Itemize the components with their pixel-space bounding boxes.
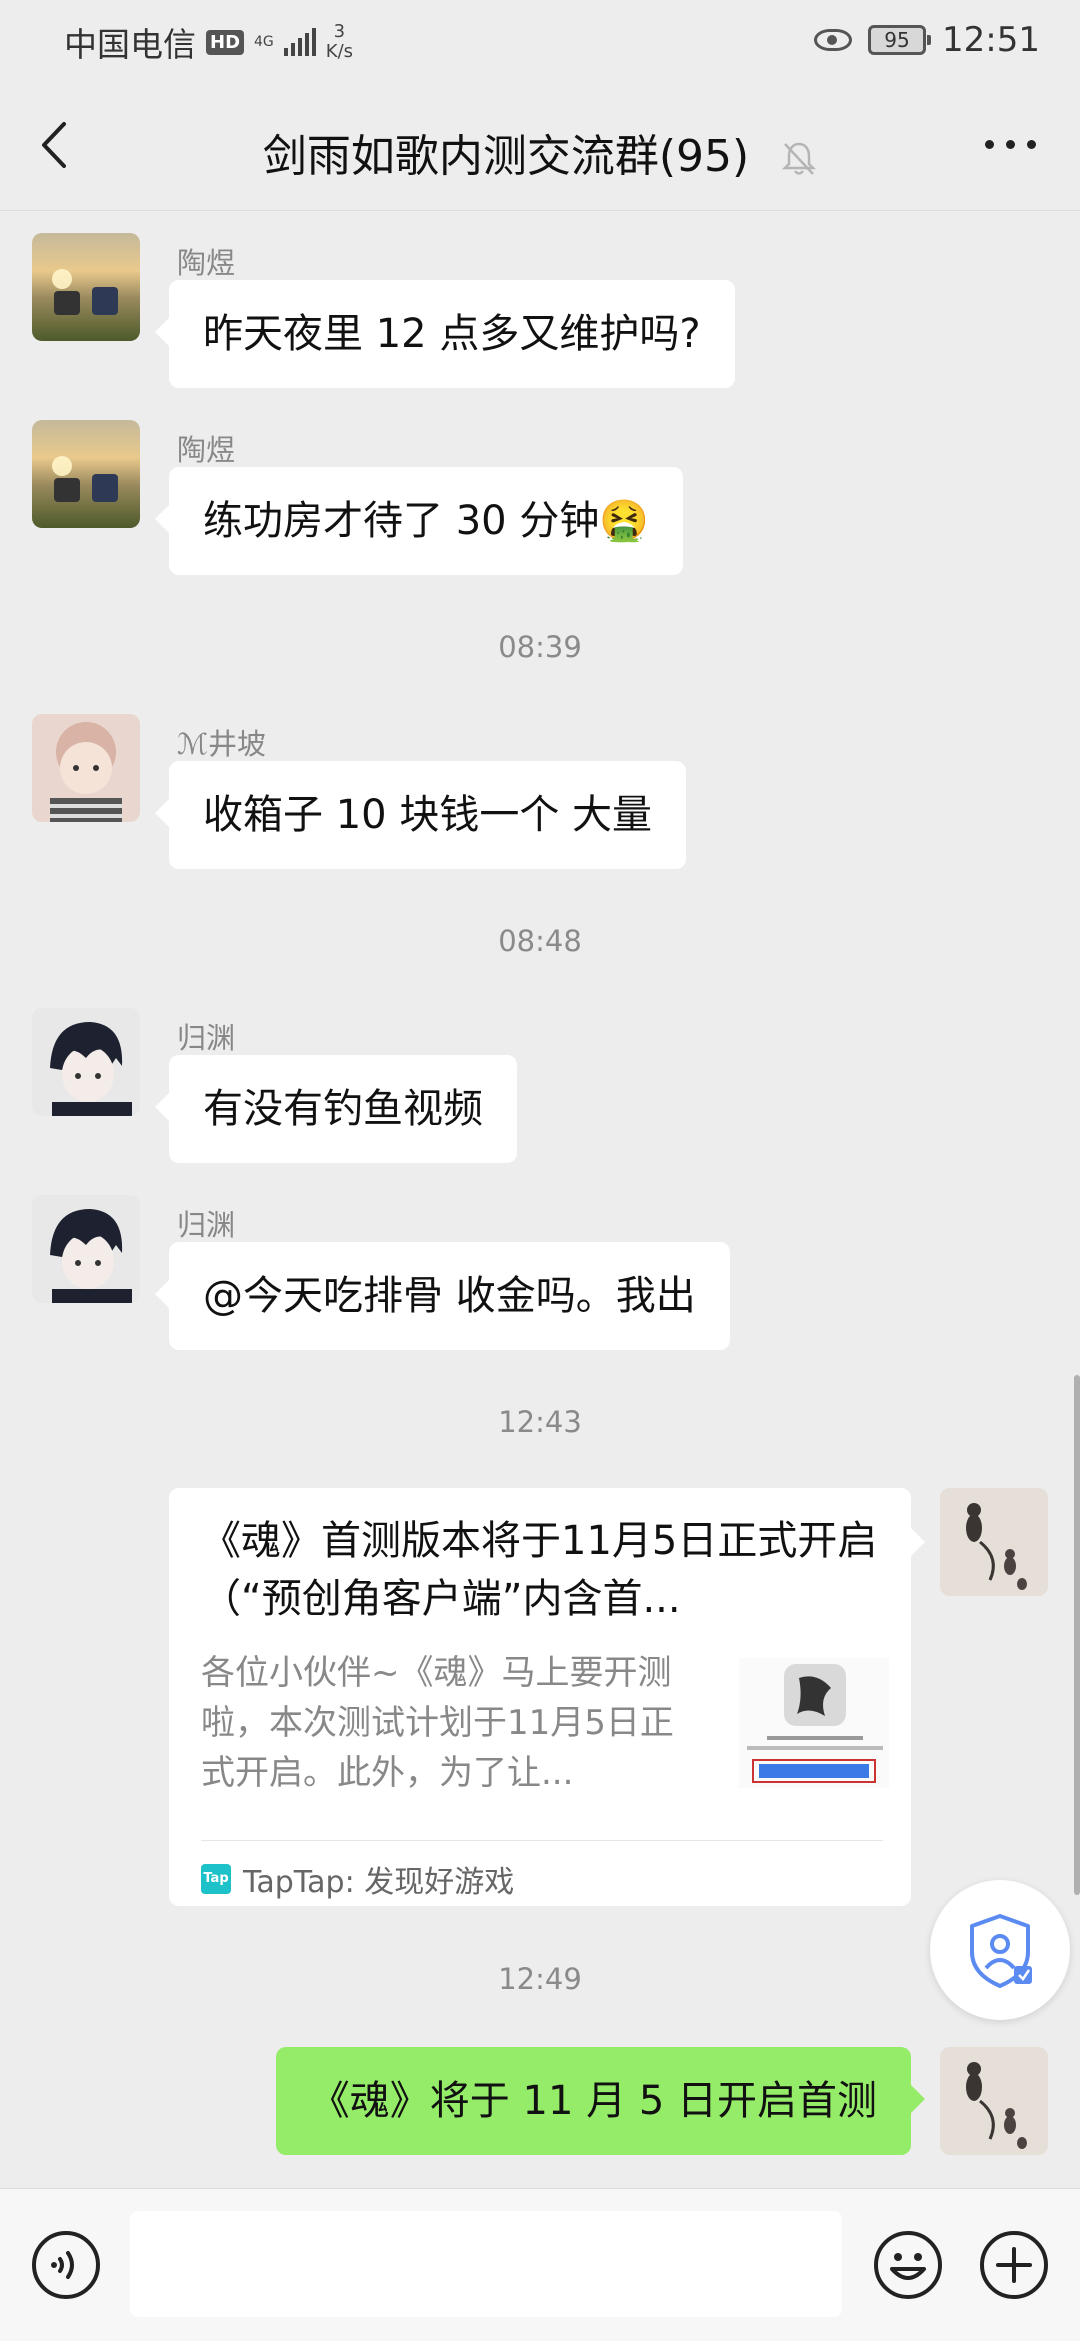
shield-user-icon (970, 1914, 1032, 1988)
avatar-self[interactable] (940, 1488, 1048, 1596)
clock: 12:51 (942, 20, 1040, 60)
status-bar: 中国电信 HD 4G 3 K/s 95 12:51 (0, 0, 1080, 80)
avatar-taoyu[interactable] (32, 233, 140, 341)
card-title: 《魂》首测版本将于11月5日正式开启（“预创角客户端”内含首... (201, 1518, 878, 1622)
plus-icon[interactable] (978, 2229, 1050, 2301)
voice-icon[interactable] (30, 2229, 102, 2301)
speed-unit: K/s (325, 41, 354, 62)
status-right: 95 12:51 (814, 20, 1040, 60)
sender-name: 归渊 (177, 1208, 236, 1242)
status-left: 中国电信 HD 4G 3 K/s (64, 18, 353, 66)
sender-name: 归渊 (177, 1021, 236, 1055)
avatar-jingpo[interactable] (32, 714, 140, 822)
emoji-icon[interactable] (872, 2229, 944, 2301)
signal-bars-icon (283, 28, 316, 56)
timestamp: 12:49 (498, 1962, 582, 1996)
eye-icon (814, 29, 853, 51)
sent-message-bubble[interactable]: 《魂》将于 11 月 5 日开启首测 (275, 2047, 926, 2155)
avatar-guiyuan[interactable] (32, 1195, 140, 1303)
network-speed: 3 K/s (326, 22, 353, 62)
chat-header: 剑雨如歌内测交流群(95) (0, 80, 1080, 211)
scrollbar[interactable] (1074, 1375, 1080, 1895)
card-description: 各位小伙伴~《魂》马上要开测啦，本次测试计划于11月5日正式开启。此外，为了让.… (201, 1653, 674, 1793)
sender-name: ℳ井坡 (177, 727, 267, 761)
avatar-self[interactable] (940, 2047, 1048, 2155)
sender-name: 陶煜 (177, 433, 236, 467)
link-card[interactable]: 《魂》首测版本将于11月5日正式开启（“预创角客户端”内含首... 各位小伙伴~… (169, 1488, 925, 1906)
message-bubble[interactable]: 昨天夜里 12 点多又维护吗? (155, 280, 735, 388)
message-input[interactable] (130, 2211, 842, 2317)
message-bubble[interactable]: @今天吃排骨 收金吗。我出 (155, 1242, 730, 1350)
taptap-logo: Tap (201, 1864, 231, 1894)
timestamp: 12:43 (498, 1405, 582, 1439)
carrier-name: 中国电信 (64, 25, 196, 64)
signal-type: 4G (254, 34, 274, 50)
timestamp: 08:39 (498, 630, 582, 664)
card-thumbnail (739, 1658, 889, 1788)
card-source: Tap TapTap: 发现好游戏 (201, 1840, 883, 1901)
timestamp: 08:48 (498, 924, 582, 958)
message-bubble[interactable]: 收箱子 10 块钱一个 大量 (154, 761, 687, 869)
more-dots-icon[interactable] (985, 140, 1036, 149)
message-bubble[interactable]: 有没有钓鱼视频 (155, 1055, 517, 1163)
speed-value: 3 (333, 21, 346, 42)
mute-bell-icon (782, 142, 817, 175)
battery-icon: 95 (868, 25, 932, 55)
input-bar (0, 2188, 1080, 2341)
hd-badge: HD (206, 29, 245, 55)
avatar-guiyuan[interactable] (32, 1008, 140, 1116)
floating-security-button[interactable] (930, 1880, 1070, 2020)
avatar-taoyu[interactable] (32, 420, 140, 528)
chat-title-row: 剑雨如歌内测交流群(95) (0, 120, 1080, 184)
card-source-label: TapTap: 发现好游戏 (243, 1865, 515, 1900)
message-bubble[interactable]: 练功房才待了 30 分钟🤮 (154, 467, 684, 575)
chat-title: 剑雨如歌内测交流群(95) (262, 131, 750, 182)
sender-name: 陶煜 (177, 246, 236, 280)
